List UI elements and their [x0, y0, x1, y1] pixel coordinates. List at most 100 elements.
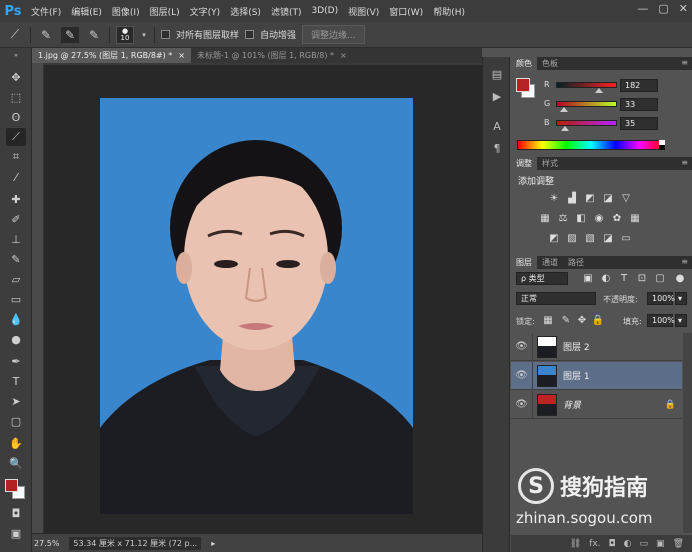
- menu-layer[interactable]: 图层(L): [145, 5, 185, 18]
- new-selection-icon[interactable]: ✎: [37, 27, 55, 43]
- clone-stamp-tool-icon[interactable]: ⊥: [6, 230, 26, 248]
- eyedropper-tool-icon[interactable]: ⁄: [6, 168, 26, 186]
- type-tool-icon[interactable]: T: [6, 372, 26, 390]
- move-tool-icon[interactable]: ✥: [6, 68, 26, 86]
- layers-scrollbar[interactable]: [683, 333, 692, 533]
- blue-slider-thumb[interactable]: [560, 126, 569, 131]
- panel-menu-icon[interactable]: ≡: [681, 158, 688, 167]
- shape-tool-icon[interactable]: ▢: [6, 412, 26, 430]
- actions-play-icon[interactable]: ▶: [489, 89, 505, 103]
- new-adjustment-icon[interactable]: ◐: [624, 539, 632, 549]
- blur-tool-icon[interactable]: 💧: [6, 310, 26, 328]
- brush-size-picker[interactable]: ● 10: [116, 25, 134, 44]
- black-white-icon[interactable]: ◧: [574, 212, 588, 224]
- chevron-down-icon[interactable]: ▾: [675, 292, 687, 305]
- eye-icon[interactable]: 👁: [511, 390, 533, 419]
- zoom-tool-icon[interactable]: 🔍: [6, 454, 26, 472]
- layer-name[interactable]: 背景: [563, 398, 581, 411]
- lasso-tool-icon[interactable]: ʘ: [6, 108, 26, 126]
- tab-swatches[interactable]: 色板: [537, 57, 563, 70]
- color-balance-icon[interactable]: ⚖: [556, 212, 570, 224]
- filter-type-icon[interactable]: T: [617, 272, 631, 284]
- opacity-field[interactable]: 100%: [647, 292, 675, 305]
- selective-color-icon[interactable]: ◪: [601, 232, 615, 244]
- subtract-from-selection-icon[interactable]: ✎: [85, 27, 103, 43]
- history-icon[interactable]: ▤: [489, 67, 505, 81]
- threshold-icon[interactable]: ▧: [583, 232, 597, 244]
- fx-icon[interactable]: fx.: [589, 539, 600, 549]
- chevron-right-icon[interactable]: ▸: [211, 539, 215, 548]
- hue-saturation-icon[interactable]: ▦: [538, 212, 552, 224]
- eye-icon[interactable]: 👁: [511, 361, 533, 390]
- filter-shape-icon[interactable]: ⊡: [635, 272, 649, 284]
- layer-name[interactable]: 图层 2: [563, 340, 590, 353]
- invert-icon[interactable]: ◩: [547, 232, 561, 244]
- brush-tool-icon[interactable]: ✐: [6, 210, 26, 228]
- refine-edge-button[interactable]: 调整边缘...: [302, 25, 365, 44]
- layer-row-layer-1[interactable]: 👁 图层 1: [511, 361, 682, 390]
- menu-help[interactable]: 帮助(H): [428, 5, 470, 18]
- filter-adjustment-icon[interactable]: ◐: [599, 272, 613, 284]
- close-icon[interactable]: ×: [340, 51, 347, 60]
- levels-icon[interactable]: ▟: [565, 192, 579, 204]
- filter-pixel-icon[interactable]: ▣: [581, 272, 595, 284]
- channel-mixer-icon[interactable]: ✿: [610, 212, 624, 224]
- tab-channels[interactable]: 通道: [537, 256, 563, 269]
- menu-window[interactable]: 窗口(W): [384, 5, 428, 18]
- red-slider-thumb[interactable]: [595, 88, 604, 93]
- screen-mode-icon[interactable]: ▣: [6, 524, 26, 542]
- menu-3d[interactable]: 3D(D): [306, 6, 343, 16]
- filter-smart-object-icon[interactable]: ▢: [653, 272, 667, 284]
- close-icon[interactable]: ✕: [679, 2, 688, 15]
- auto-enhance-checkbox[interactable]: [245, 30, 255, 39]
- menu-file[interactable]: 文件(F): [26, 5, 66, 18]
- menu-filter[interactable]: 滤镜(T): [266, 5, 307, 18]
- lock-transparent-icon[interactable]: ▦: [541, 314, 555, 326]
- eye-icon[interactable]: 👁: [511, 332, 533, 361]
- panel-menu-icon[interactable]: ≡: [681, 58, 688, 67]
- history-brush-tool-icon[interactable]: ✎: [6, 250, 26, 268]
- layer-name[interactable]: 图层 1: [563, 369, 590, 382]
- lock-pixels-icon[interactable]: ✎: [559, 314, 573, 326]
- gradient-tool-icon[interactable]: ▭: [6, 290, 26, 308]
- eraser-tool-icon[interactable]: ▱: [6, 270, 26, 288]
- menu-view[interactable]: 视图(V): [343, 5, 384, 18]
- layer-row-layer-2[interactable]: 👁 图层 2: [511, 332, 682, 361]
- blend-mode-select[interactable]: 正常: [516, 292, 596, 305]
- quick-mask-icon[interactable]: ◘: [6, 504, 26, 522]
- quick-selection-tool-icon[interactable]: ⟋: [6, 128, 26, 146]
- filter-toggle-icon[interactable]: ●: [673, 272, 687, 284]
- menu-select[interactable]: 选择(S): [225, 5, 266, 18]
- portrait-photo[interactable]: [100, 98, 413, 514]
- hand-tool-icon[interactable]: ✋: [6, 434, 26, 452]
- document-info[interactable]: 53.34 厘米 x 71.12 厘米 (72 p...: [69, 536, 202, 550]
- chevron-down-icon[interactable]: ▾: [140, 27, 148, 43]
- exposure-icon[interactable]: ◪: [601, 192, 615, 204]
- panel-menu-icon[interactable]: ≡: [681, 257, 688, 266]
- link-layers-icon[interactable]: ⛓: [570, 539, 581, 549]
- blue-value-field[interactable]: 35: [620, 117, 658, 130]
- red-value-field[interactable]: 182: [620, 79, 658, 92]
- color-lookup-icon[interactable]: ▦: [628, 212, 642, 224]
- marquee-tool-icon[interactable]: ⬚: [6, 88, 26, 106]
- tab-layers[interactable]: 图层: [511, 256, 537, 269]
- restore-icon[interactable]: ▢: [658, 2, 668, 15]
- add-mask-icon[interactable]: ◘: [609, 539, 616, 549]
- healing-brush-tool-icon[interactable]: ✚: [6, 190, 26, 208]
- tab-paths[interactable]: 路径: [563, 256, 589, 269]
- close-icon[interactable]: ×: [178, 51, 185, 60]
- gradient-map-icon[interactable]: ▭: [619, 232, 633, 244]
- menu-type[interactable]: 文字(Y): [185, 5, 226, 18]
- minimize-icon[interactable]: —: [637, 2, 648, 15]
- photo-filter-icon[interactable]: ◉: [592, 212, 606, 224]
- foreground-color-swatch[interactable]: [516, 78, 530, 92]
- character-icon[interactable]: A: [489, 119, 505, 133]
- menu-image[interactable]: 图像(I): [107, 5, 145, 18]
- paragraph-icon[interactable]: ¶: [489, 141, 505, 155]
- tab-styles[interactable]: 样式: [537, 157, 563, 170]
- tab-adjustments[interactable]: 调整: [511, 157, 537, 170]
- delete-layer-icon[interactable]: 🗑: [673, 539, 684, 549]
- quick-selection-tool-icon[interactable]: ⟋: [6, 27, 24, 43]
- color-spectrum[interactable]: [517, 140, 665, 150]
- lock-all-icon[interactable]: 🔒: [591, 314, 605, 326]
